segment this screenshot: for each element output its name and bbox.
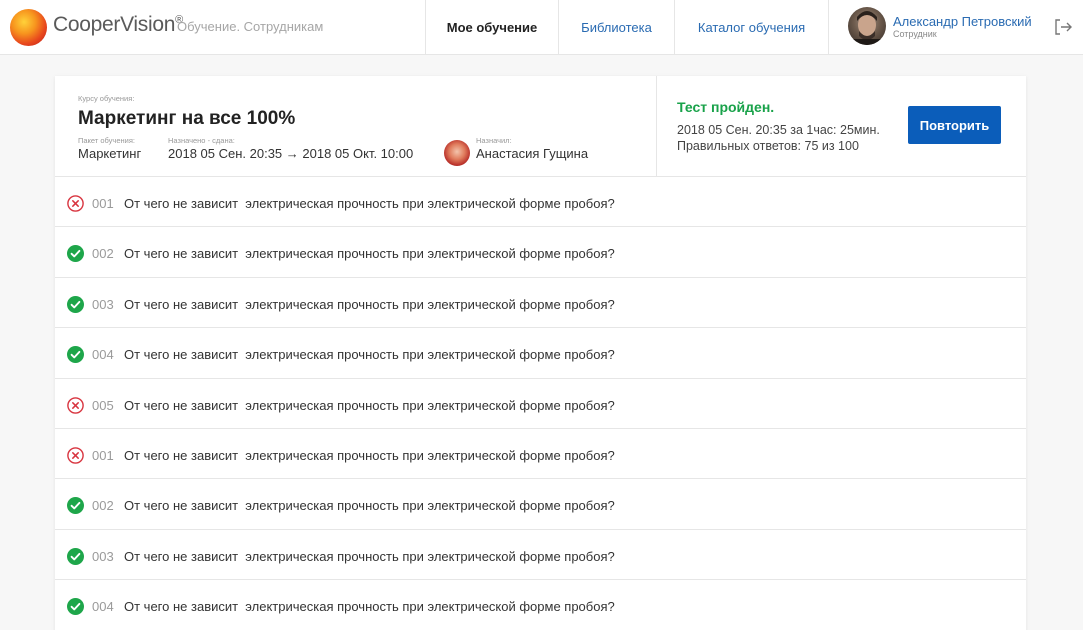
question-row[interactable]: 005 От чего не зависит электрическая проч… [55,379,1026,429]
assigner-caption: Назначил: [476,136,512,145]
question-number: 001 [92,447,114,463]
nav-my-learning[interactable]: Мое обучение [425,0,558,54]
correct-answers-count: Правильных ответов: 75 из 100 [677,139,859,153]
user-name[interactable]: Александр Петровский [893,14,1032,29]
question-text: От чего не зависит электрическая прочнос… [124,397,615,413]
coopervision-logo-icon[interactable] [10,9,47,46]
dates-caption: Назначено - сдана: [168,136,235,145]
test-status: Тест пройден. [677,99,775,115]
user-role: Сотрудник [893,29,937,39]
question-number: 003 [92,548,114,564]
nav-learning-catalog[interactable]: Каталог обучения [674,0,828,54]
question-row[interactable]: 003 От чего не зависит электрическая проч… [55,278,1026,329]
question-number: 005 [92,397,114,413]
site-subtitle: Обучение. Сотрудникам [177,19,324,34]
check-circle-icon [67,598,84,616]
course-info: Курсу обучения: Маркетинг на все 100% Па… [55,76,657,176]
question-text: От чего не зависит электрическая прочнос… [124,246,615,262]
user-avatar[interactable] [848,7,886,45]
package-value: Маркетинг [78,146,142,161]
check-circle-icon [67,245,84,263]
x-circle-icon [67,447,84,464]
question-list: 001 От чего не зависит электрическая проч… [55,177,1026,630]
question-text: От чего не зависит электрическая прочнос… [124,196,615,211]
question-row[interactable]: 002 От чего не зависит электрическая проч… [55,479,1026,530]
assigner-name: Анастасия Гущина [476,146,589,161]
question-number: 004 [92,347,114,363]
dates-value: 2018 05 Сен. 20:35 → 2018 05 Окт. 10:00 [168,146,414,161]
question-row[interactable]: 002 От чего не зависит электрическая проч… [55,227,1026,278]
question-row[interactable]: 003 От чего не зависит электрическая проч… [55,530,1026,581]
question-text: От чего не зависит электрическая прочнос… [124,296,615,312]
package-caption: Пакет обучения: [78,136,135,145]
test-duration: 2018 05 Сен. 20:35 за 1час: 25мин. [677,123,880,137]
question-row[interactable]: 004 От чего не зависит электрическая проч… [55,580,1026,630]
question-text: От чего не зависит электрическая прочнос… [124,548,615,564]
course-title: Маркетинг на все 100% [78,108,296,129]
assigner-avatar [444,140,470,166]
course-caption: Курсу обучения: [78,94,135,103]
logo-text[interactable]: CooperVision® [53,13,183,37]
question-text: От чего не зависит электрическая прочнос… [124,347,615,363]
question-row[interactable]: 001 От чего не зависит электрическая проч… [55,177,1026,228]
question-text: От чего не зависит электрическая прочнос… [124,447,615,463]
check-circle-icon [67,497,84,515]
question-text: От чего не зависит электрическая прочнос… [124,599,615,615]
logout-icon[interactable] [1052,17,1076,37]
question-number: 001 [92,196,114,211]
retry-button[interactable]: Повторить [908,106,1001,144]
check-circle-icon [67,547,84,565]
test-result-card: Курсу обучения: Маркетинг на все 100% Па… [55,76,1026,630]
question-number: 004 [92,599,114,615]
nav-library[interactable]: Библиотека [558,0,674,54]
question-row[interactable]: 004 От чего не зависит электрическая проч… [55,328,1026,379]
question-number: 002 [92,246,114,262]
check-circle-icon [67,295,84,313]
question-text: От чего не зависит электрическая прочнос… [124,498,615,514]
question-row[interactable]: 001 От чего не зависит электрическая проч… [55,429,1026,480]
question-number: 002 [92,498,114,514]
x-circle-icon [67,195,84,212]
user-profile[interactable]: Александр Петровский Сотрудник [828,0,1050,54]
x-circle-icon [67,396,84,414]
course-summary: Курсу обучения: Маркетинг на все 100% Па… [55,76,1026,177]
top-navbar: CooperVision® Обучение. Сотрудникам Мое … [0,0,1083,55]
question-number: 003 [92,296,114,312]
check-circle-icon [67,346,84,364]
